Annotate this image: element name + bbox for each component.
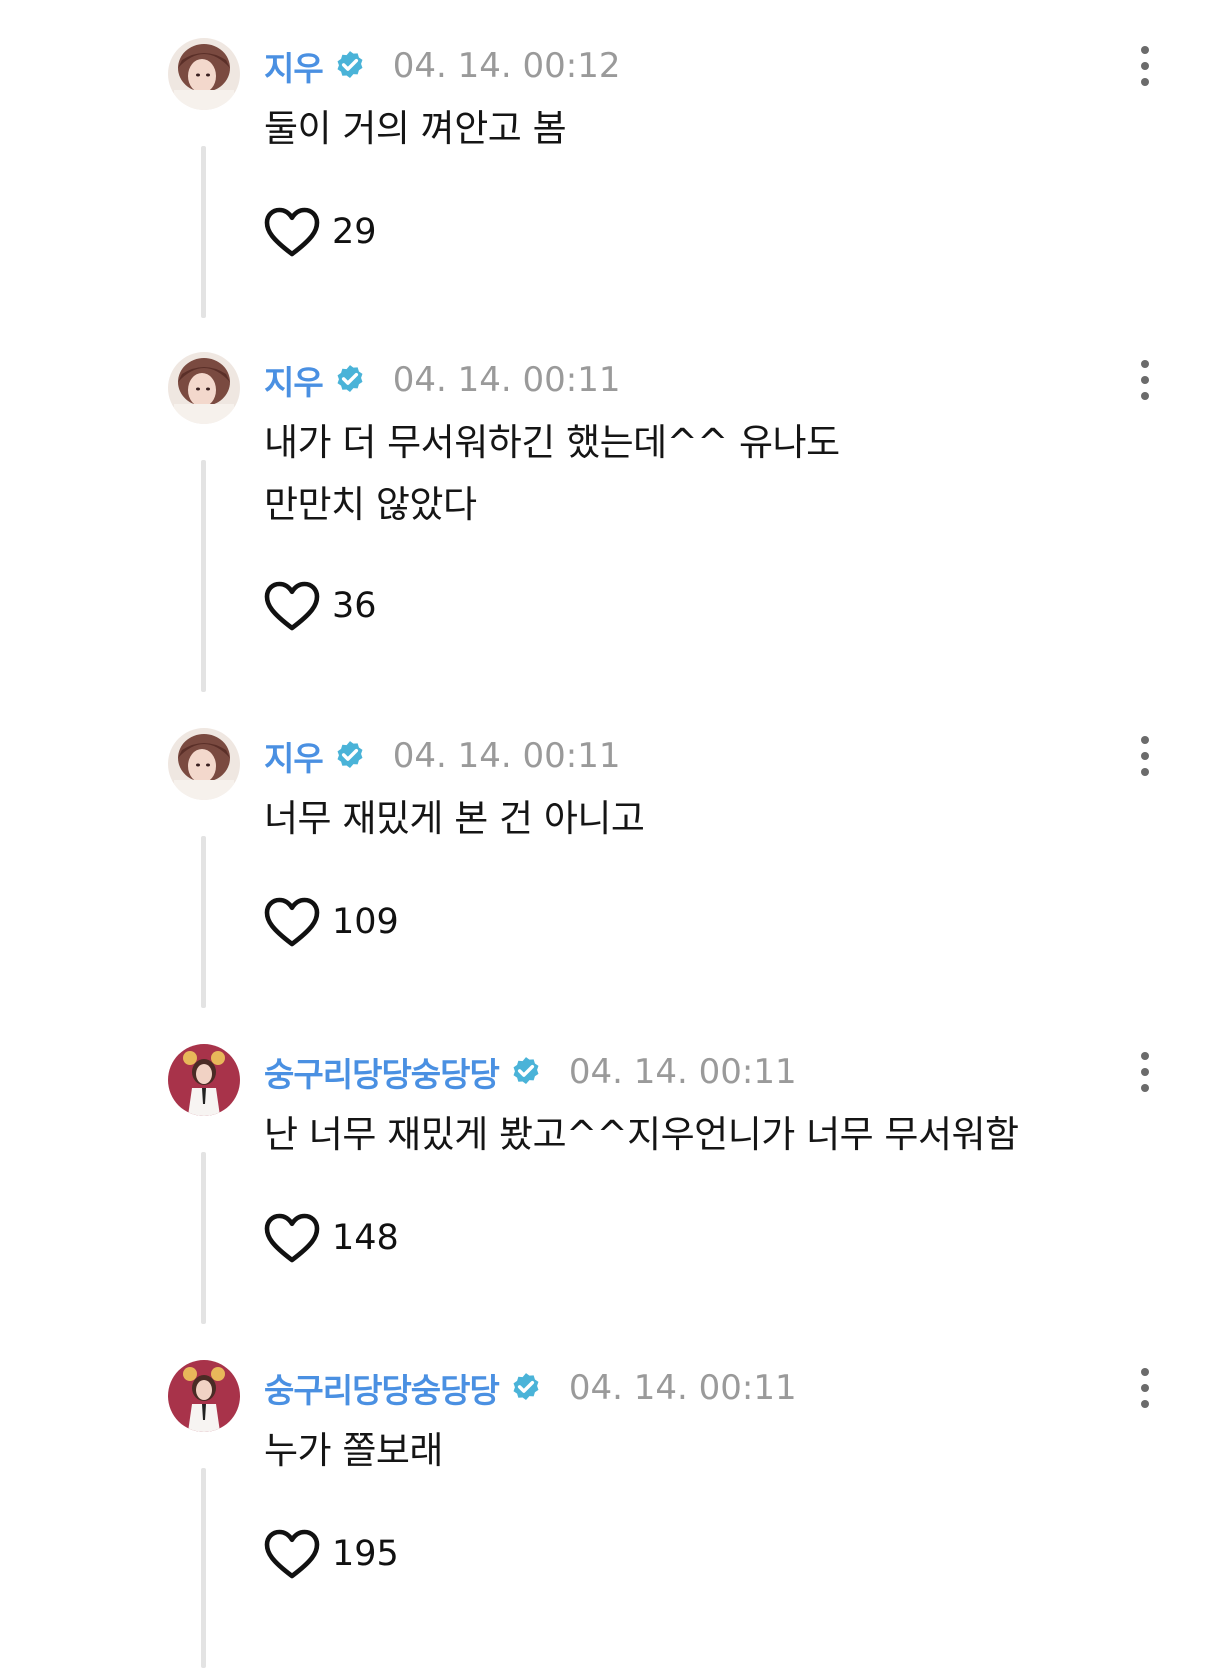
comment-header: 숭구리당당숭당당 04. 14. 00:11	[264, 1364, 797, 1412]
thread-line	[201, 146, 206, 318]
timestamp: 04. 14. 00:11	[392, 736, 621, 776]
like-count: 109	[332, 902, 399, 942]
comment-item: 지우 04. 14. 00:11 너무 재밌게 본 건 아니고 109	[0, 728, 1206, 1046]
like-count: 148	[332, 1218, 399, 1258]
like-count: 36	[332, 586, 377, 626]
more-vertical-icon[interactable]	[1130, 360, 1160, 400]
timestamp: 04. 14. 00:11	[392, 360, 621, 400]
comment-text: 내가 더 무서워하긴 했는데^^ 유나도 만만치 않았다	[264, 421, 840, 526]
comment-item: 지우 04. 14. 00:11 내가 더 무서워하긴 했는데^^ 유나도 만만…	[0, 352, 1206, 692]
comment-item: 숭구리당당숭당당 04. 14. 00:11 난 너무 재밌게 봤고^^지우언니…	[0, 1044, 1206, 1362]
username[interactable]: 숭구리당당숭당당	[264, 1364, 500, 1412]
username[interactable]: 숭구리당당숭당당	[264, 1048, 500, 1096]
like-row: 148	[264, 1208, 399, 1268]
avatar[interactable]	[168, 728, 240, 800]
verified-badge-icon	[337, 365, 363, 393]
heart-outline-icon[interactable]	[264, 1528, 320, 1580]
comment-text: 누가 쫄보래	[264, 1429, 443, 1472]
verified-badge-icon	[513, 1373, 539, 1401]
more-vertical-icon[interactable]	[1130, 46, 1160, 86]
timestamp: 04. 14. 00:11	[568, 1368, 797, 1408]
verified-badge-icon	[337, 51, 363, 79]
like-row: 195	[264, 1524, 399, 1584]
more-vertical-icon[interactable]	[1130, 1368, 1160, 1408]
heart-outline-icon[interactable]	[264, 206, 320, 258]
avatar[interactable]	[168, 1044, 240, 1116]
username[interactable]: 지우	[264, 732, 324, 780]
comment-text: 너무 재밌게 본 건 아니고	[264, 797, 645, 840]
comment-header: 지우 04. 14. 00:12	[264, 42, 620, 90]
thread-line	[201, 836, 206, 1008]
timestamp: 04. 14. 00:11	[568, 1052, 797, 1092]
comment-text: 둘이 거의 껴안고 봄	[264, 107, 567, 150]
comment-header: 숭구리당당숭당당 04. 14. 00:11	[264, 1048, 797, 1096]
avatar[interactable]	[168, 352, 240, 424]
thread-line	[201, 1468, 206, 1668]
username[interactable]: 지우	[264, 42, 324, 90]
heart-outline-icon[interactable]	[264, 1212, 320, 1264]
heart-outline-icon[interactable]	[264, 580, 320, 632]
comment-item: 숭구리당당숭당당 04. 14. 00:11 누가 쫄보래 195	[0, 1360, 1206, 1678]
comment-item: 지우 04. 14. 00:12 둘이 거의 껴안고 봄 29	[0, 38, 1206, 356]
avatar[interactable]	[168, 38, 240, 110]
timestamp: 04. 14. 00:12	[392, 46, 621, 86]
verified-badge-icon	[513, 1057, 539, 1085]
verified-badge-icon	[337, 741, 363, 769]
avatar[interactable]	[168, 1360, 240, 1432]
comment-header: 지우 04. 14. 00:11	[264, 732, 620, 780]
like-row: 29	[264, 202, 377, 262]
comment-header: 지우 04. 14. 00:11	[264, 356, 620, 404]
thread-line	[201, 1152, 206, 1324]
like-count: 195	[332, 1534, 399, 1574]
heart-outline-icon[interactable]	[264, 896, 320, 948]
more-vertical-icon[interactable]	[1130, 736, 1160, 776]
more-vertical-icon[interactable]	[1130, 1052, 1160, 1092]
username[interactable]: 지우	[264, 356, 324, 404]
thread-line	[201, 460, 206, 692]
comment-text: 난 너무 재밌게 봤고^^지우언니가 너무 무서워함	[264, 1113, 1019, 1156]
like-count: 29	[332, 212, 377, 252]
like-row: 36	[264, 576, 377, 636]
like-row: 109	[264, 892, 399, 952]
